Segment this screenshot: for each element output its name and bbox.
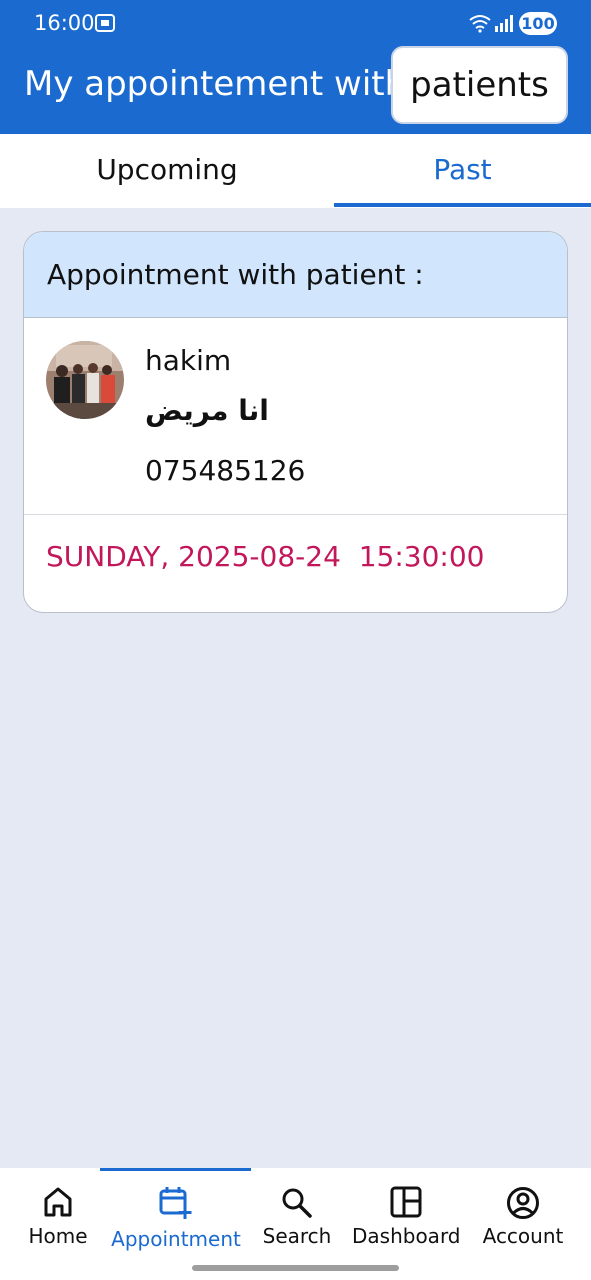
calendar-add-icon — [159, 1187, 192, 1219]
tab-past[interactable]: Past — [334, 134, 591, 208]
wifi-icon — [469, 15, 491, 33]
account-icon — [507, 1187, 539, 1219]
home-indicator — [192, 1265, 399, 1271]
signal-icon — [495, 15, 513, 32]
dashboard-icon — [390, 1186, 422, 1218]
nav-search-label: Search — [262, 1224, 332, 1248]
search-icon — [282, 1188, 312, 1218]
bottom-navigation: Home Appointment Search Dashboard Accoun… — [0, 1168, 591, 1280]
nav-dashboard-label: Dashboard — [352, 1224, 461, 1248]
home-icon — [44, 1187, 72, 1217]
appointment-card[interactable]: Appointment with patient : hakim انا مري… — [23, 231, 568, 613]
active-tab-indicator — [334, 203, 591, 207]
patients-chip[interactable]: patients — [391, 46, 568, 124]
nav-account[interactable]: Account — [478, 1168, 568, 1268]
battery-icon: 100 — [519, 12, 557, 35]
nav-home[interactable]: Home — [15, 1168, 101, 1268]
nav-search[interactable]: Search — [256, 1168, 338, 1268]
patient-avatar — [46, 341, 124, 419]
nav-home-label: Home — [28, 1224, 88, 1248]
nav-appointment-label: Appointment — [111, 1227, 241, 1251]
appointment-datetime: SUNDAY, 2025-08-24 15:30:00 — [46, 540, 484, 573]
screenshot-icon — [95, 14, 115, 32]
card-divider — [24, 514, 567, 515]
card-header: Appointment with patient : — [24, 232, 567, 318]
appointment-time: 15:30:00 — [358, 540, 485, 573]
patient-name: hakim — [145, 344, 232, 377]
patient-note: انا مريض — [145, 394, 269, 427]
tab-upcoming[interactable]: Upcoming — [0, 134, 334, 208]
status-time: 16:00 — [34, 11, 95, 35]
patient-phone: 075485126 — [145, 454, 306, 487]
page-title: My appointement with — [24, 64, 407, 104]
appointment-date: SUNDAY, 2025-08-24 — [46, 540, 341, 573]
nav-dashboard[interactable]: Dashboard — [352, 1168, 461, 1268]
app-bar: 16:00 100 My appointement with patients — [0, 0, 591, 134]
tab-bar: Upcoming Past — [0, 134, 591, 208]
card-header-title: Appointment with patient : — [47, 258, 424, 291]
nav-appointment[interactable]: Appointment — [106, 1168, 246, 1268]
nav-account-label: Account — [482, 1224, 564, 1248]
